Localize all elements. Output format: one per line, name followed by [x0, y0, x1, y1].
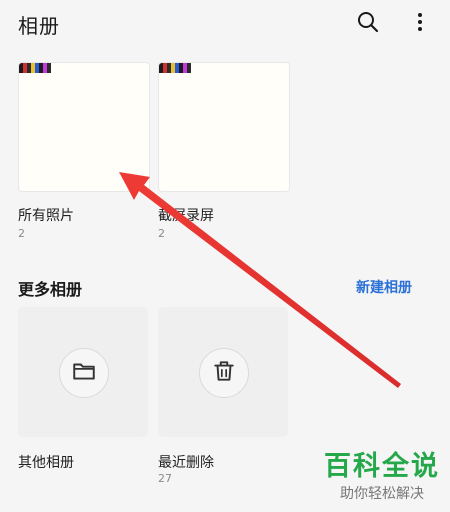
photo-thumbnail-strip [159, 63, 191, 73]
more-albums-heading: 更多相册 [18, 280, 83, 299]
other-albums-tile[interactable] [18, 307, 148, 437]
album-name-recently-deleted[interactable]: 最近删除 [158, 452, 214, 472]
top-app-bar: 相册 [0, 0, 450, 48]
album-count-screenshots: 2 [158, 227, 165, 240]
all-photos-album-thumbnail[interactable] [18, 62, 150, 192]
more-options-button[interactable] [404, 8, 436, 40]
page-title: 相册 [18, 14, 60, 38]
watermark: 百科全说 助你轻松解决 [318, 451, 446, 503]
trash-icon-circle [199, 348, 249, 398]
album-name-screenshots[interactable]: 截屏录屏 [158, 205, 214, 225]
trash-icon [211, 358, 237, 388]
album-name-other-albums[interactable]: 其他相册 [18, 452, 74, 472]
watermark-title: 百科全说 [324, 451, 440, 482]
search-icon [356, 10, 380, 38]
screenshots-album-thumbnail[interactable] [158, 62, 290, 192]
search-button[interactable] [352, 8, 384, 40]
more-vertical-icon [408, 10, 432, 38]
watermark-subtitle: 助你轻松解决 [340, 486, 424, 502]
album-count-all-photos: 2 [18, 227, 25, 240]
new-album-button[interactable]: 新建相册 [356, 277, 412, 297]
folder-icon [71, 358, 97, 388]
album-count-recently-deleted: 27 [158, 472, 172, 485]
album-name-all-photos[interactable]: 所有照片 [18, 205, 74, 225]
folder-icon-circle [59, 348, 109, 398]
photo-thumbnail-strip [19, 63, 51, 73]
recently-deleted-tile[interactable] [158, 307, 288, 437]
